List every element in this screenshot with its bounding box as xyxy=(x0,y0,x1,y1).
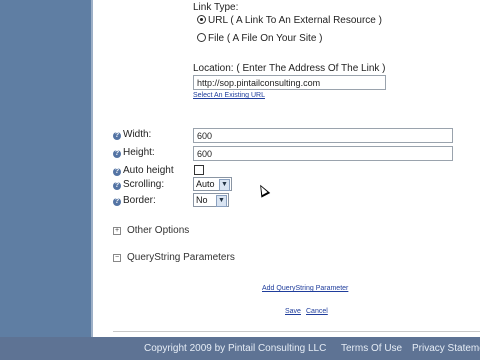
border-selected-value: No xyxy=(196,195,208,205)
scrolling-selected-value: Auto xyxy=(196,179,215,189)
height-input[interactable]: 600 xyxy=(193,146,453,161)
url-option-label: URL ( A Link To An External Resource ) xyxy=(208,15,382,26)
url-radio[interactable] xyxy=(197,15,206,24)
border-label: ? Border: xyxy=(113,195,156,206)
content-divider xyxy=(113,331,480,332)
footer-copyright: Copyright 2009 by Pintail Consulting LLC xyxy=(144,343,327,354)
link-type-file-option[interactable]: File ( A File On Your Site ) xyxy=(197,33,323,44)
auto-height-checkbox[interactable] xyxy=(194,165,204,175)
scrolling-label: ? Scrolling: xyxy=(113,179,164,190)
footer-bar: Copyright 2009 by Pintail Consulting LLC… xyxy=(0,337,480,360)
privacy-statement-link[interactable]: Privacy Statement xyxy=(412,343,480,354)
link-type-url-option[interactable]: URL ( A Link To An External Resource ) xyxy=(197,15,382,26)
other-options-section-toggle[interactable]: + Other Options xyxy=(113,225,189,236)
chevron-down-icon[interactable]: ▼ xyxy=(219,179,230,191)
link-type-title: Link Type: xyxy=(193,2,239,13)
help-icon[interactable]: ? xyxy=(113,182,121,190)
querystring-section-toggle[interactable]: − QueryString Parameters xyxy=(113,252,235,263)
select-existing-url-link[interactable]: Select An Existing URL xyxy=(193,92,265,99)
border-label-text: Border: xyxy=(123,195,156,206)
file-radio[interactable] xyxy=(197,33,206,42)
help-icon[interactable]: ? xyxy=(113,168,121,176)
help-icon[interactable]: ? xyxy=(113,132,121,140)
location-url-input[interactable]: http://sop.pintailconsulting.com xyxy=(193,75,386,90)
scrolling-select[interactable]: Auto ▼ xyxy=(193,177,232,191)
help-icon[interactable]: ? xyxy=(113,150,121,158)
height-label: ? Height: xyxy=(113,147,155,158)
height-label-text: Height: xyxy=(123,147,155,158)
scrolling-label-text: Scrolling: xyxy=(123,179,165,190)
other-options-label: Other Options xyxy=(127,225,190,236)
terms-of-use-link[interactable]: Terms Of Use xyxy=(341,343,402,354)
width-label: ? Width: xyxy=(113,129,151,140)
auto-height-label: ? Auto height xyxy=(113,165,174,176)
add-querystring-parameter-link[interactable]: Add QueryString Parameter xyxy=(262,285,348,292)
file-option-label: File ( A File On Your Site ) xyxy=(208,33,323,44)
location-label: Location: ( Enter The Address Of The Lin… xyxy=(193,63,386,74)
auto-height-label-text: Auto height xyxy=(123,165,174,176)
chevron-down-icon[interactable]: ▼ xyxy=(216,195,227,207)
border-select[interactable]: No ▼ xyxy=(193,193,229,207)
width-input[interactable]: 600 xyxy=(193,128,453,143)
left-sidebar-panel xyxy=(0,0,91,337)
cancel-link[interactable]: Cancel xyxy=(306,308,328,315)
minus-box-icon[interactable]: − xyxy=(113,254,121,262)
width-label-text: Width: xyxy=(123,129,152,140)
help-icon[interactable]: ? xyxy=(113,198,121,206)
save-link[interactable]: Save xyxy=(285,308,301,315)
plus-box-icon[interactable]: + xyxy=(113,227,121,235)
querystring-label: QueryString Parameters xyxy=(127,252,235,263)
